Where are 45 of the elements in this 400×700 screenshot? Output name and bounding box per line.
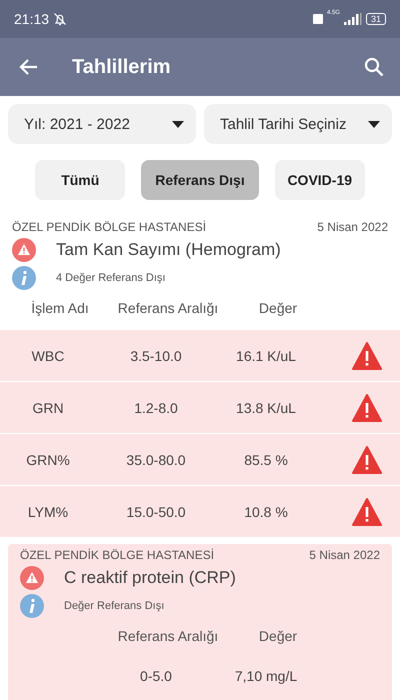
table-cell-text: 13.8 K/uL bbox=[235, 400, 297, 416]
table-cell-text: 0-5.0 bbox=[139, 668, 173, 684]
test-title: Tam Kan Sayımı (Hemogram) bbox=[56, 240, 281, 260]
back-arrow-icon[interactable] bbox=[18, 58, 38, 76]
hospital-name: ÖZEL PENDİK BÖLGE HASTANESİ bbox=[20, 548, 214, 562]
table-cell-text: WBC bbox=[30, 348, 66, 364]
table-cell-text: 85.5 % bbox=[243, 452, 289, 468]
caret-icon bbox=[172, 120, 184, 128]
column-header: Değer bbox=[258, 628, 298, 644]
table-cell-text: 35.0-80.0 bbox=[125, 452, 187, 468]
test-date: 5 Nisan 2022 bbox=[309, 548, 380, 562]
table-cell-text: 3.5-10.0 bbox=[129, 348, 183, 364]
out-of-range-note: 4 Değer Referans Dışı bbox=[56, 272, 166, 284]
out-of-range-note: Değer Referans Dışı bbox=[64, 600, 164, 612]
table-cell-text: LYM% bbox=[26, 504, 70, 520]
warning-icon bbox=[20, 566, 44, 590]
screen-title: Tahlillerim bbox=[72, 56, 172, 78]
bell-off-icon bbox=[53, 12, 68, 26]
table-cell-text: GRN bbox=[31, 400, 65, 416]
column-header: Değer bbox=[258, 300, 298, 316]
column-header: İşlem Adı bbox=[30, 300, 90, 316]
table-cell-text: 16.1 K/uL bbox=[235, 348, 297, 364]
column-header: Referans Aralığı bbox=[116, 628, 220, 644]
hospital-name: ÖZEL PENDİK BÖLGE HASTANESİ bbox=[12, 220, 206, 234]
table-cell-text: 10.8 % bbox=[243, 504, 289, 520]
info-icon bbox=[20, 594, 44, 618]
test-title: C reaktif protein (CRP) bbox=[64, 568, 236, 588]
filter-tab[interactable]: COVID-19 bbox=[274, 160, 365, 200]
column-header: Referans Aralığı bbox=[116, 300, 220, 316]
table-cell-text: 15.0-50.0 bbox=[125, 504, 187, 520]
info-icon bbox=[12, 266, 36, 290]
battery-indicator: 31 bbox=[366, 13, 386, 25]
search-icon[interactable] bbox=[364, 57, 384, 77]
table-cell-text: GRN% bbox=[25, 452, 71, 468]
caret-icon bbox=[368, 120, 380, 128]
dropdown[interactable]: Yıl: 2021 - 2022 bbox=[8, 104, 196, 144]
warning-icon bbox=[12, 238, 36, 262]
table-cell-text: 7,10 mg/L bbox=[234, 668, 298, 684]
signal-icon bbox=[344, 13, 362, 25]
dropdown[interactable]: Tahlil Tarihi Seçiniz bbox=[204, 104, 392, 144]
filter-tab[interactable]: Referans Dışı bbox=[141, 160, 259, 200]
table-cell-text: 1.2-8.0 bbox=[133, 400, 179, 416]
filter-tab[interactable]: Tümü bbox=[35, 160, 126, 200]
clock-text: 21:13 bbox=[14, 11, 50, 27]
test-date: 5 Nisan 2022 bbox=[317, 220, 388, 234]
